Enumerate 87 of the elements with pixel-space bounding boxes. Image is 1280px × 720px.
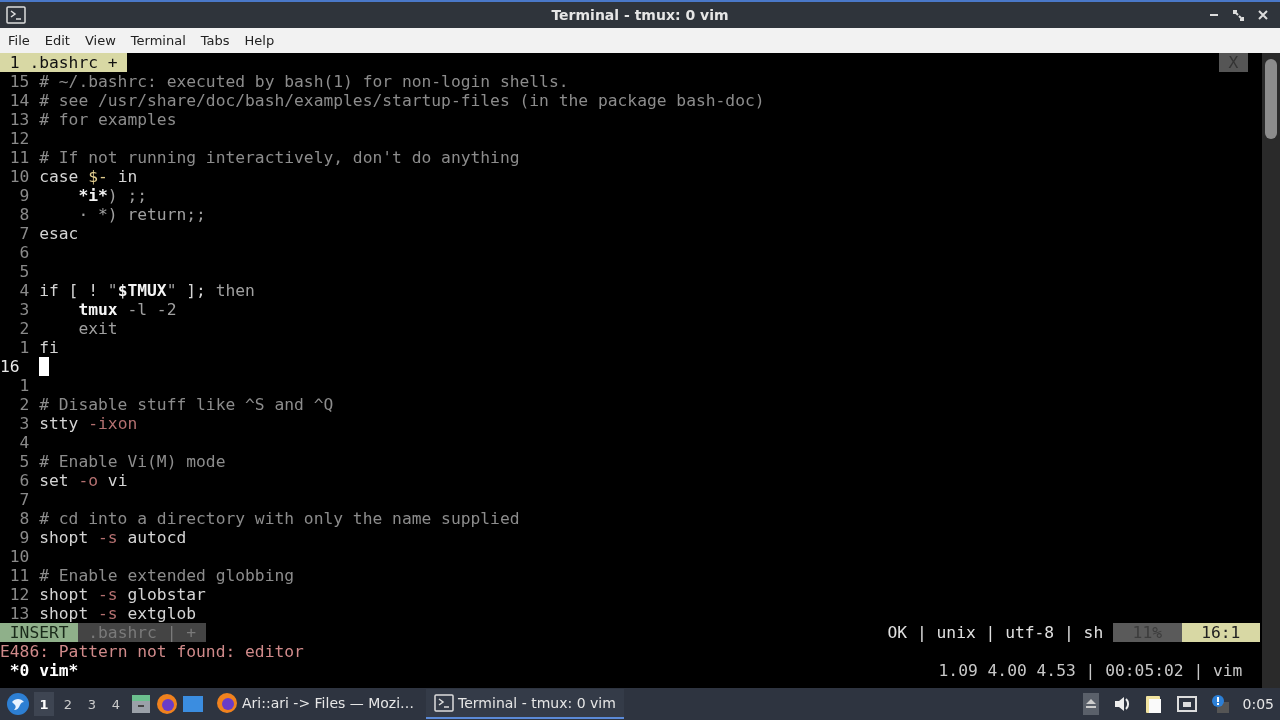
code-line: # Enable extended globbing bbox=[39, 566, 295, 585]
line-number: 14 bbox=[8, 91, 31, 110]
code-line: # for examples bbox=[39, 110, 177, 129]
code-line: fi bbox=[39, 338, 59, 357]
code-line: shopt -s autocd bbox=[39, 528, 187, 547]
line-number: 13 bbox=[8, 110, 31, 129]
line-number: 8 bbox=[18, 509, 31, 528]
menu-item[interactable]: Terminal bbox=[130, 33, 193, 48]
line-number: 2 bbox=[18, 319, 31, 338]
line-number: 1 bbox=[18, 376, 31, 395]
line-number: 3 bbox=[18, 414, 31, 433]
browser-icon[interactable] bbox=[156, 693, 178, 715]
code-line: case $- in bbox=[39, 167, 138, 186]
line-number: 8 bbox=[18, 205, 31, 224]
line-number: 6 bbox=[18, 471, 31, 490]
line-number: 16 bbox=[0, 357, 21, 376]
line-number: 5 bbox=[18, 262, 31, 281]
line-number: 11 bbox=[8, 566, 31, 585]
code-line: # ~/.bashrc: executed by bash(1) for non-login shells. bbox=[39, 72, 569, 91]
taskbar-task[interactable]: Ari::ari -> Files — Mozi… bbox=[208, 689, 423, 719]
code-line: # Disable stuff like ^S and ^Q bbox=[39, 395, 334, 414]
workspace-button[interactable]: 1 bbox=[34, 692, 54, 716]
scrollbar-thumb[interactable] bbox=[1265, 59, 1277, 139]
line-number: 6 bbox=[18, 243, 31, 262]
menu-item[interactable]: Tabs bbox=[200, 33, 237, 48]
line-number: 3 bbox=[18, 300, 31, 319]
scrollbar[interactable] bbox=[1262, 53, 1280, 688]
line-number: 10 bbox=[8, 167, 31, 186]
browser-icon bbox=[216, 692, 238, 714]
line-number: 9 bbox=[18, 528, 31, 547]
code-line: set -o vi bbox=[39, 471, 128, 490]
workspace-button[interactable]: 2 bbox=[58, 692, 78, 716]
tab[interactable]: 1 .bashrc + bbox=[0, 53, 128, 72]
menu-item[interactable]: Edit bbox=[44, 33, 77, 48]
cursor-position: 16:1 bbox=[1181, 623, 1260, 642]
terminal-icon[interactable] bbox=[6, 6, 26, 24]
speaker-icon[interactable] bbox=[1112, 695, 1131, 713]
menu-item[interactable]: File bbox=[8, 33, 37, 48]
line-number: 13 bbox=[8, 604, 31, 623]
code-line: # Enable Vi(M) mode bbox=[39, 452, 226, 471]
line-number: 2 bbox=[18, 395, 31, 414]
file-cabinet-icon[interactable] bbox=[130, 693, 152, 715]
code-line: # see /usr/share/doc/bash/examples/startup-files (in the package bash-doc) bbox=[39, 91, 765, 110]
terminal-icon bbox=[434, 694, 455, 712]
menu-item[interactable]: View bbox=[84, 33, 123, 48]
window-title: Terminal - tmux: 0 vim bbox=[551, 7, 729, 23]
line-number: 9 bbox=[18, 186, 31, 205]
line-number: 15 bbox=[8, 72, 31, 91]
app-menu-icon[interactable] bbox=[6, 692, 30, 716]
clock: 0:05 bbox=[1242, 696, 1274, 712]
code-line: shopt -s globstar bbox=[39, 585, 206, 604]
maximize-icon[interactable] bbox=[1233, 9, 1244, 21]
tmux-window-label[interactable]: *0 vim* bbox=[0, 661, 79, 680]
code-line: if [ ! "$TMUX" ]; then bbox=[39, 281, 255, 300]
line-number: 7 bbox=[18, 490, 31, 509]
workspace-button[interactable]: 3 bbox=[82, 692, 102, 716]
line-number: 1 bbox=[18, 338, 31, 357]
tmux-status: 1.09 4.00 4.53 | 00:05:02 | vim bbox=[938, 661, 1244, 680]
code-line: shopt -s extglob bbox=[39, 604, 197, 623]
code-line: # cd into a directory with only the name supplied bbox=[39, 509, 520, 528]
menu-item[interactable]: Help bbox=[244, 33, 282, 48]
line-number: 7 bbox=[18, 224, 31, 243]
line-number: 12 bbox=[8, 129, 31, 148]
line-number: 11 bbox=[8, 148, 31, 167]
line-number: 12 bbox=[8, 585, 31, 604]
code-line: stty -ixon bbox=[39, 414, 138, 433]
clipboard-icon[interactable] bbox=[1144, 694, 1163, 714]
close-icon[interactable] bbox=[1258, 10, 1268, 20]
code-line: # If not running interactively, don't do anything bbox=[39, 148, 520, 167]
code-line: tmux -l -2 bbox=[77, 300, 177, 319]
line-number: 4 bbox=[18, 281, 31, 300]
mode-indicator: INSERT bbox=[0, 623, 79, 642]
code-line: esac bbox=[39, 224, 79, 243]
line-number: 4 bbox=[18, 433, 31, 452]
network-icon[interactable] bbox=[1176, 695, 1197, 713]
error-message: E486: Pattern not found: editor bbox=[0, 642, 304, 661]
eject-icon[interactable] bbox=[1082, 693, 1099, 715]
line-number: 10 bbox=[8, 547, 31, 566]
file-info: OK | unix | utf-8 | sh bbox=[887, 623, 1105, 642]
line-number: 5 bbox=[18, 452, 31, 471]
workspace-button[interactable]: 4 bbox=[106, 692, 126, 716]
code-line: · *) return;; bbox=[77, 205, 206, 224]
notification-icon[interactable] bbox=[1210, 694, 1229, 714]
taskbar-task[interactable]: Terminal - tmux: 0 vim bbox=[426, 689, 624, 719]
window-icon[interactable] bbox=[182, 693, 204, 715]
code-line: exit bbox=[77, 319, 118, 338]
code-line: *i*) ;; bbox=[77, 186, 148, 205]
